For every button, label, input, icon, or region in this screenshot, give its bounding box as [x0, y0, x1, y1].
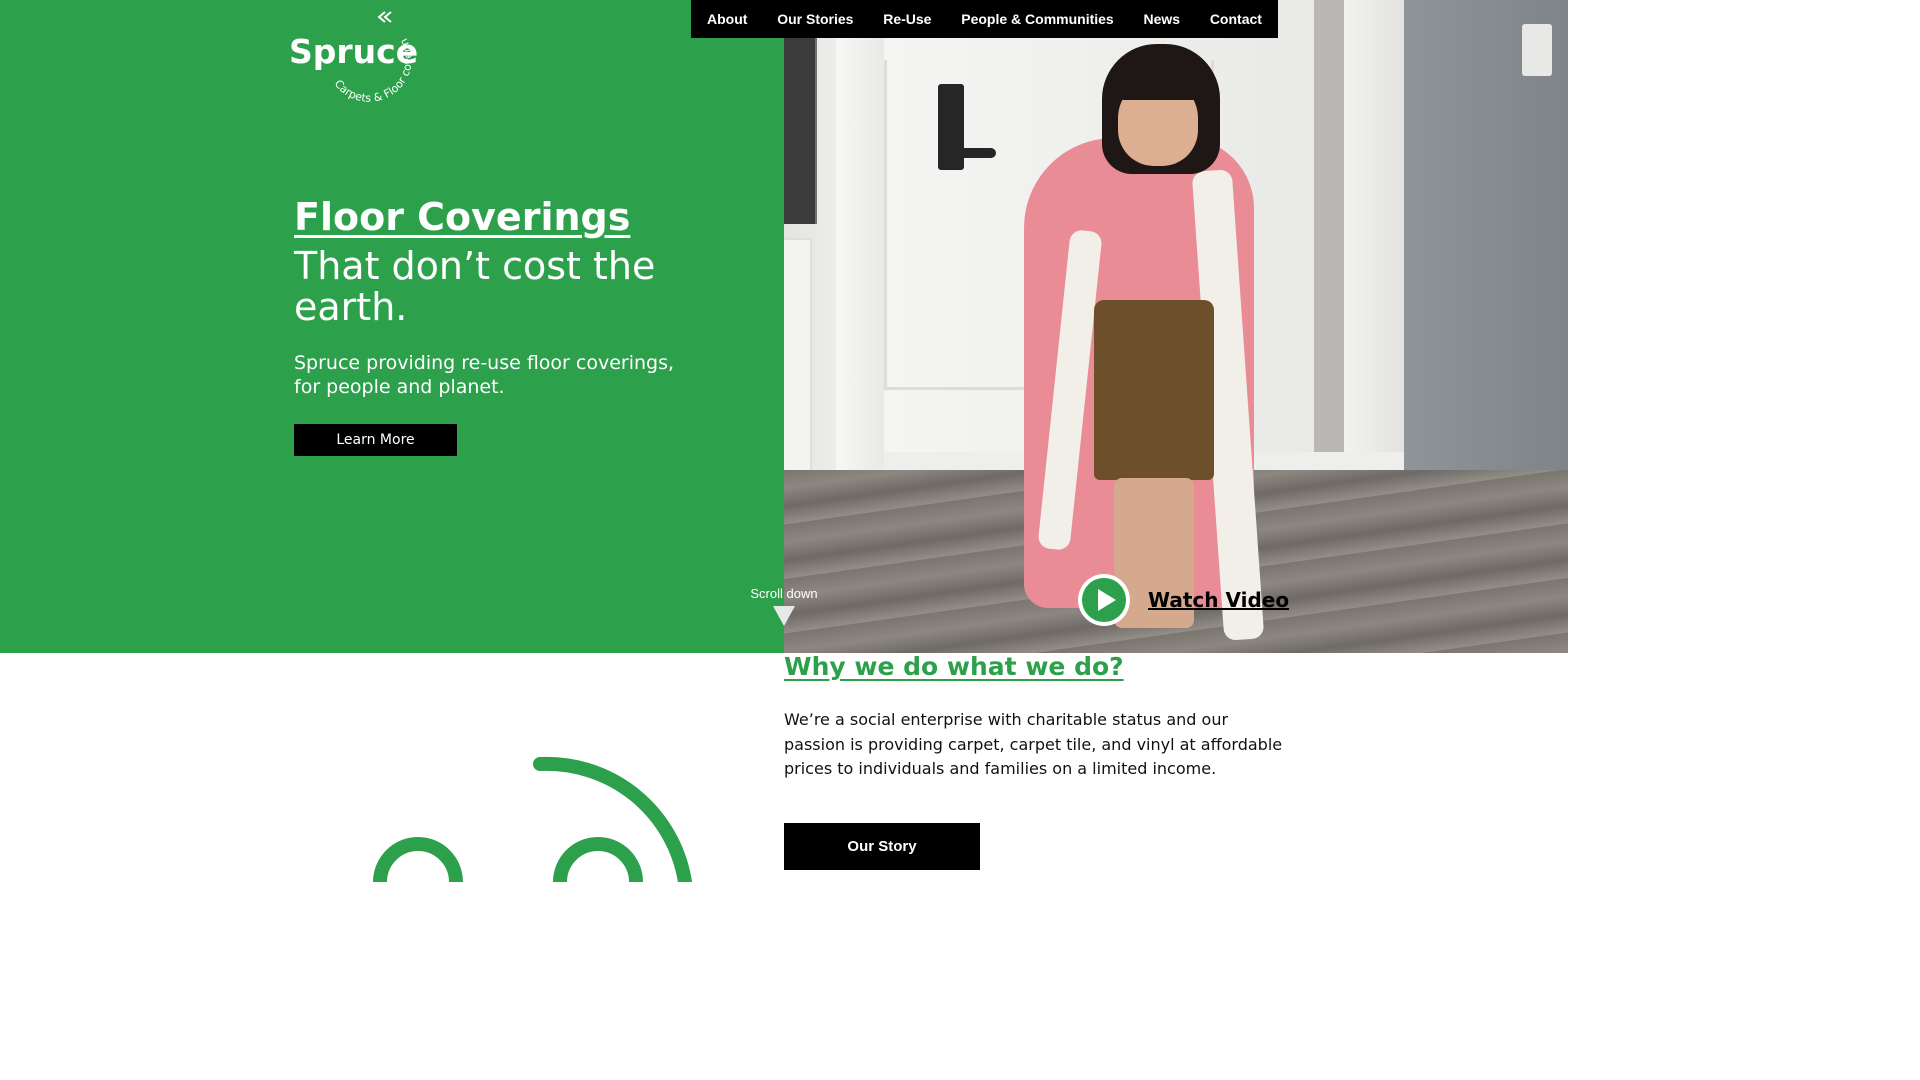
chevron-double-icon: [377, 11, 392, 23]
photo-appliance: [784, 38, 817, 224]
hero-description: Spruce providing re-use floor coverings,…: [294, 352, 675, 398]
scroll-down-label[interactable]: Scroll down: [745, 586, 823, 601]
spruce-logo[interactable]: Spruce Carpets & Floor coverings: [285, 6, 430, 110]
watch-video-label[interactable]: Watch Video: [1148, 588, 1289, 612]
why-body-text: We’re a social enterprise with charitabl…: [784, 710, 1283, 778]
nav-our-stories[interactable]: Our Stories: [777, 11, 853, 27]
watch-video[interactable]: Watch Video: [1076, 572, 1289, 628]
nav-people-communities[interactable]: People & Communities: [961, 11, 1113, 27]
logo-wordmark: Spruce: [289, 32, 418, 71]
photo-door-frame: [836, 0, 890, 510]
nav-about[interactable]: About: [707, 11, 747, 27]
learn-more-button[interactable]: Learn More: [294, 424, 457, 456]
triangle-down-icon[interactable]: [773, 606, 795, 626]
photo-trim: [1344, 0, 1404, 500]
photo-light-switch: [1522, 24, 1552, 76]
our-story-button[interactable]: Our Story: [784, 823, 980, 870]
top-navigation: About Our Stories Re-Use People & Commun…: [691, 0, 1278, 38]
hero-photo: [784, 0, 1568, 653]
nav-contact[interactable]: Contact: [1210, 11, 1262, 27]
nav-re-use[interactable]: Re-Use: [883, 11, 931, 27]
photo-door-lever: [950, 148, 996, 158]
hero-title[interactable]: Floor Coverings: [294, 195, 630, 239]
nav-news[interactable]: News: [1143, 11, 1180, 27]
why-heading[interactable]: Why we do what we do?: [784, 652, 1124, 681]
photo-bangs: [1110, 48, 1210, 100]
hero-subtitle: That don’t cost the earth.: [294, 244, 656, 329]
smile-icon: [373, 756, 692, 882]
photo-dress: [1094, 300, 1214, 480]
play-icon[interactable]: [1076, 572, 1132, 628]
